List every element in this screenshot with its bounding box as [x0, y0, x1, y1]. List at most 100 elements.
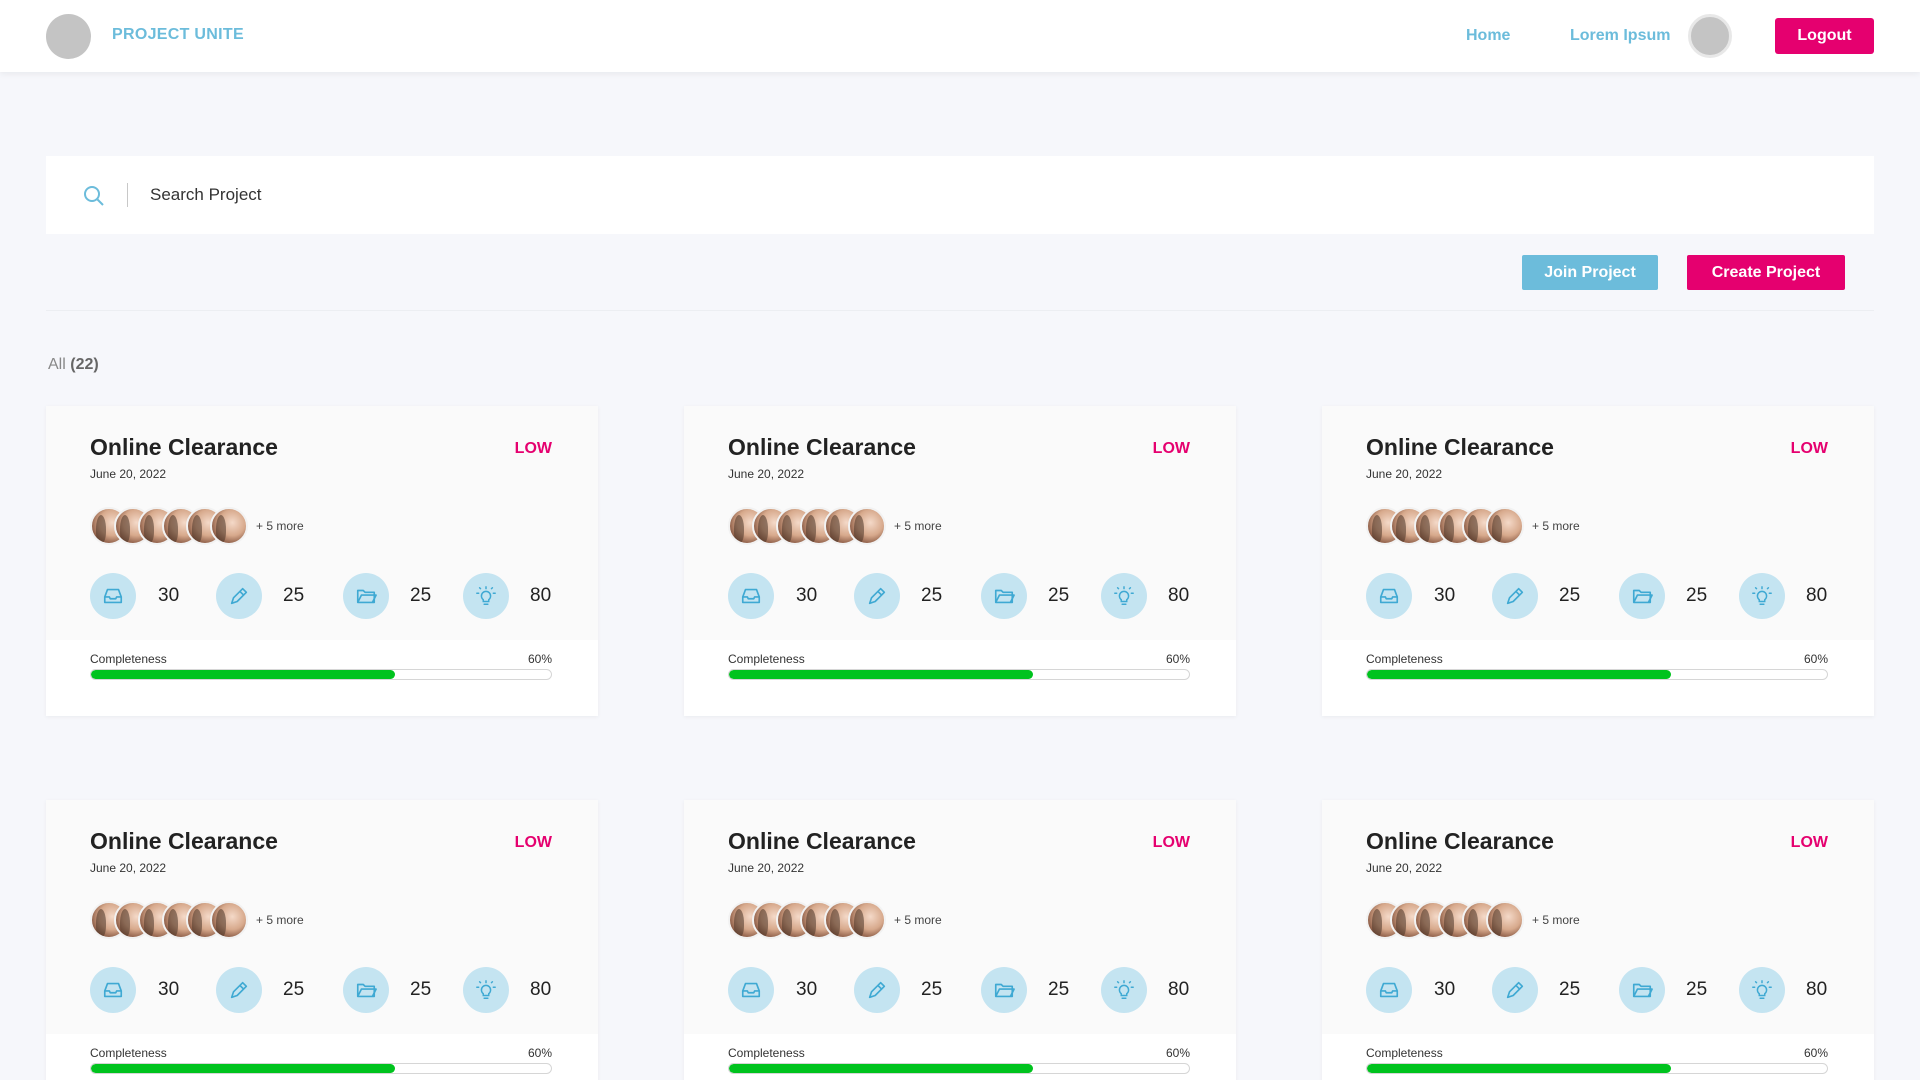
completeness-section: Completeness 60% [1322, 1034, 1874, 1080]
project-date: June 20, 2022 [728, 467, 805, 481]
project-title[interactable]: Online Clearance [90, 828, 278, 855]
progress-bar [1366, 1063, 1828, 1074]
folder-icon [1619, 573, 1665, 619]
pencil-icon [216, 573, 262, 619]
project-title[interactable]: Online Clearance [728, 828, 916, 855]
nav-lorem-ipsum-link[interactable]: Lorem Ipsum [1570, 27, 1670, 45]
completeness-section: Completeness 60% [1322, 640, 1874, 716]
avatar [1486, 901, 1524, 939]
more-members[interactable]: + 5 more [1532, 913, 1580, 927]
stat-value: 25 [1048, 585, 1070, 606]
project-title[interactable]: Online Clearance [1366, 828, 1554, 855]
progress-fill [1367, 670, 1671, 679]
completeness-label: Completeness [1366, 1046, 1443, 1060]
inbox-icon [90, 967, 136, 1013]
search-input[interactable] [150, 180, 750, 210]
project-card[interactable]: Online Clearance LOW June 20, 2022 + 5 m… [46, 406, 598, 716]
member-avatars[interactable] [1366, 901, 1526, 939]
member-avatars[interactable] [1366, 507, 1526, 545]
card-header: Online Clearance LOW June 20, 2022 + 5 m… [1322, 406, 1874, 640]
more-members[interactable]: + 5 more [1532, 519, 1580, 533]
section-divider [46, 310, 1874, 311]
project-title[interactable]: Online Clearance [728, 434, 916, 461]
project-card[interactable]: Online Clearance LOW June 20, 2022 + 5 m… [1322, 800, 1874, 1080]
stat-value: 80 [1168, 585, 1190, 606]
stat-value: 30 [1434, 979, 1456, 1000]
project-date: June 20, 2022 [1366, 861, 1443, 875]
completeness-label: Completeness [728, 1046, 805, 1060]
completeness-percent: 60% [1165, 1046, 1190, 1060]
lightbulb-icon [1739, 573, 1785, 619]
folder-icon [343, 573, 389, 619]
progress-bar [728, 669, 1190, 680]
progress-bar [90, 669, 552, 680]
create-project-button[interactable]: Create Project [1687, 255, 1845, 290]
user-avatar[interactable] [1688, 14, 1732, 58]
project-date: June 20, 2022 [90, 467, 167, 481]
inbox-icon [90, 573, 136, 619]
progress-bar [728, 1063, 1190, 1074]
more-members[interactable]: + 5 more [256, 913, 304, 927]
join-project-button[interactable]: Join Project [1522, 255, 1658, 290]
logo[interactable] [46, 14, 91, 59]
stat-value: 80 [1806, 979, 1828, 1000]
card-header: Online Clearance LOW June 20, 2022 + 5 m… [46, 406, 598, 640]
project-title[interactable]: Online Clearance [1366, 434, 1554, 461]
stat-value: 25 [283, 585, 305, 606]
search-icon[interactable] [82, 184, 106, 208]
logout-button[interactable]: Logout [1775, 18, 1874, 54]
avatar [210, 901, 248, 939]
member-avatars[interactable] [728, 507, 888, 545]
project-card[interactable]: Online Clearance LOW June 20, 2022 + 5 m… [684, 800, 1236, 1080]
brand-name[interactable]: PROJECT UNITE [112, 26, 244, 44]
stat-value: 80 [1168, 979, 1190, 1000]
project-title[interactable]: Online Clearance [90, 434, 278, 461]
pencil-icon [1492, 967, 1538, 1013]
stat-value: 25 [921, 585, 943, 606]
filter-all[interactable]: All (22) [48, 356, 99, 374]
avatar [848, 507, 886, 545]
completeness-percent: 60% [1803, 1046, 1828, 1060]
project-card[interactable]: Online Clearance LOW June 20, 2022 + 5 m… [684, 406, 1236, 716]
member-avatars[interactable] [728, 901, 888, 939]
completeness-percent: 60% [527, 1046, 552, 1060]
completeness-label: Completeness [728, 652, 805, 666]
pencil-icon [854, 967, 900, 1013]
member-avatars[interactable] [90, 507, 250, 545]
pencil-icon [1492, 573, 1538, 619]
progress-fill [729, 670, 1033, 679]
inbox-icon [728, 967, 774, 1013]
avatar [210, 507, 248, 545]
more-members[interactable]: + 5 more [256, 519, 304, 533]
inbox-icon [1366, 967, 1412, 1013]
member-avatars[interactable] [90, 901, 250, 939]
project-card[interactable]: Online Clearance LOW June 20, 2022 + 5 m… [1322, 406, 1874, 716]
folder-icon [1619, 967, 1665, 1013]
stat-value: 80 [530, 979, 552, 1000]
stat-value: 25 [410, 979, 432, 1000]
more-members[interactable]: + 5 more [894, 519, 942, 533]
completeness-section: Completeness 60% [46, 640, 598, 716]
card-header: Online Clearance LOW June 20, 2022 + 5 m… [684, 406, 1236, 640]
folder-icon [981, 967, 1027, 1013]
inbox-icon [1366, 573, 1412, 619]
stat-value: 80 [1806, 585, 1828, 606]
stat-value: 25 [410, 585, 432, 606]
priority-badge: LOW [514, 440, 552, 457]
card-header: Online Clearance LOW June 20, 2022 + 5 m… [1322, 800, 1874, 1034]
nav-home-link[interactable]: Home [1466, 27, 1510, 45]
more-members[interactable]: + 5 more [894, 913, 942, 927]
lightbulb-icon [1101, 967, 1147, 1013]
completeness-section: Completeness 60% [684, 1034, 1236, 1080]
project-card[interactable]: Online Clearance LOW June 20, 2022 + 5 m… [46, 800, 598, 1080]
stat-value: 30 [796, 585, 818, 606]
progress-fill [729, 1064, 1033, 1073]
top-bar: PROJECT UNITE Home Lorem Ipsum Logout [0, 0, 1920, 72]
completeness-percent: 60% [527, 652, 552, 666]
priority-badge: LOW [1790, 440, 1828, 457]
project-date: June 20, 2022 [1366, 467, 1443, 481]
progress-fill [91, 1064, 395, 1073]
card-header: Online Clearance LOW June 20, 2022 + 5 m… [684, 800, 1236, 1034]
stat-value: 25 [921, 979, 943, 1000]
stat-value: 25 [1048, 979, 1070, 1000]
